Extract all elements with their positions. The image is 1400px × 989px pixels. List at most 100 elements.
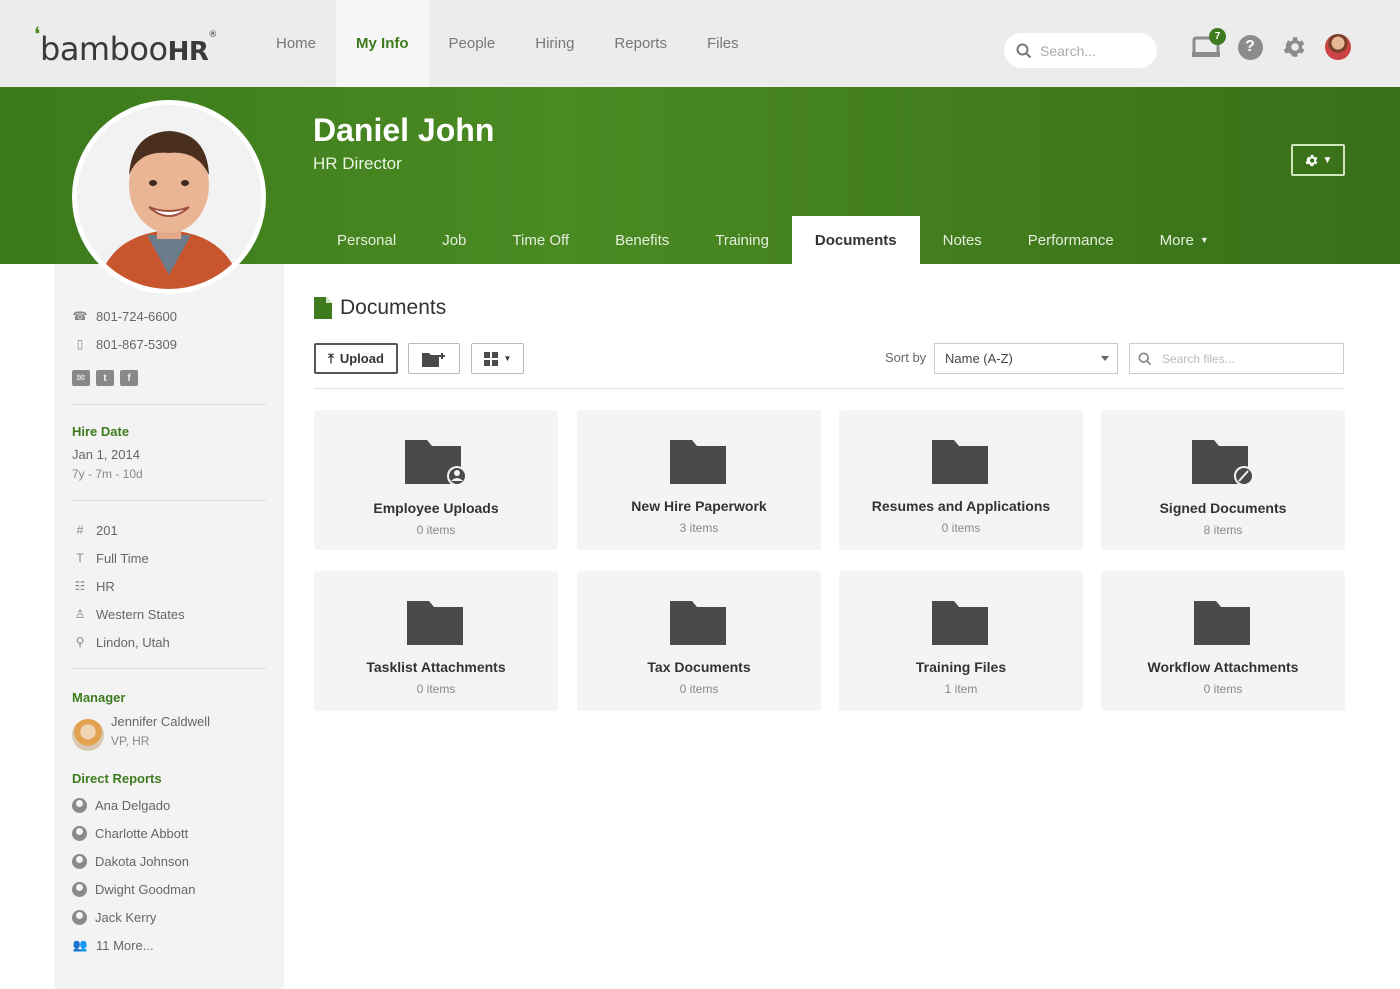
hire-date: Jan 1, 2014 [72, 447, 140, 462]
nav-files[interactable]: Files [687, 0, 759, 87]
manager-name[interactable]: Jennifer Caldwell [111, 714, 210, 729]
folder-card-new-hire-paperwork[interactable]: New Hire Paperwork 3 items [577, 410, 821, 550]
folder-icon [932, 601, 988, 645]
mobile-phone: ▯ 801-867-5309 [72, 336, 177, 352]
folder-user-icon [405, 440, 467, 486]
folder-card-signed-documents[interactable]: Signed Documents 8 items [1101, 410, 1345, 550]
direct-reports-label: Direct Reports [72, 771, 162, 786]
folder-icon [932, 440, 988, 484]
manager-avatar[interactable] [72, 719, 104, 751]
tab-performance[interactable]: Performance [1005, 216, 1137, 264]
tab-benefits[interactable]: Benefits [592, 216, 692, 264]
employment-type-icon: T [76, 551, 84, 565]
user-icon [72, 910, 87, 925]
folder-card-tax-documents[interactable]: Tax Documents 0 items [577, 571, 821, 711]
tab-more[interactable]: More ▼ [1137, 216, 1232, 264]
folder-signature-icon [1192, 440, 1254, 486]
document-icon [314, 297, 332, 319]
folder-card-tasklist-attachments[interactable]: Tasklist Attachments 0 items [314, 571, 558, 711]
manager-title: VP, HR [111, 734, 150, 748]
employee-sidebar: ☎ 801-724-6600 ▯ 801-867-5309 ✉ t f Hire D… [54, 264, 284, 989]
employee-name: Daniel John [313, 112, 495, 148]
facebook-icon[interactable]: f [120, 370, 138, 386]
hire-date-label: Hire Date [72, 424, 130, 439]
sidebar-divider [72, 668, 266, 669]
tab-personal[interactable]: Personal [314, 216, 419, 264]
folder-icon [670, 440, 726, 484]
direct-report-item[interactable]: Charlotte Abbott [72, 826, 188, 841]
folder-card-resumes-and-applications[interactable]: Resumes and Applications 0 items [839, 410, 1083, 550]
direct-report-item[interactable]: Dwight Goodman [72, 882, 195, 897]
inbox-icon[interactable]: 7 [1192, 28, 1226, 61]
employment-type: T Full Time [72, 550, 148, 566]
tab-time-off[interactable]: Time Off [489, 216, 592, 264]
folder-card-employee-uploads[interactable]: Employee Uploads 0 items [314, 410, 558, 550]
nav-my-info[interactable]: My Info [336, 0, 429, 87]
direct-report-item[interactable]: Ana Delgado [72, 798, 170, 813]
tab-job[interactable]: Job [419, 216, 489, 264]
tab-notes[interactable]: Notes [920, 216, 1005, 264]
chevron-down-icon: ▼ [1199, 235, 1209, 245]
employee-number: #201 [72, 522, 118, 538]
new-folder-button[interactable] [408, 343, 460, 374]
division: ♙ Western States [72, 606, 185, 622]
nav-reports[interactable]: Reports [594, 0, 687, 87]
search-input[interactable] [1040, 42, 1140, 59]
file-search[interactable] [1129, 343, 1344, 374]
folder-icon [670, 601, 726, 645]
bamboohr-logo[interactable]: ❛ bambooHR® [34, 22, 217, 68]
tab-training[interactable]: Training [692, 216, 792, 264]
view-toggle-button[interactable]: ▼ [471, 343, 524, 374]
social-links: ✉ t f [72, 370, 138, 386]
tenure: 7y - 7m - 10d [72, 467, 143, 481]
leaf-icon: ❛ [34, 22, 40, 46]
location-pin-icon: ⚲ [75, 635, 85, 649]
profile-settings-button[interactable]: ▼ [1291, 144, 1345, 176]
department: ☷ HR [72, 578, 115, 594]
user-icon [72, 854, 87, 869]
sort-select[interactable]: Name (A-Z) [934, 343, 1118, 374]
search-icon [1016, 43, 1032, 58]
profile-photo [72, 100, 266, 294]
work-phone: ☎ 801-724-6600 [72, 308, 177, 324]
department-icon: ☷ [74, 579, 86, 593]
office-phone-icon: ☎ [72, 309, 88, 323]
sort-label: Sort by [885, 350, 927, 365]
chevron-down-icon [1101, 356, 1109, 361]
sidebar-divider [72, 500, 266, 501]
documents-heading: Documents [314, 296, 446, 320]
location: ⚲ Lindon, Utah [72, 634, 170, 650]
folder-icon [407, 601, 463, 645]
direct-report-item[interactable]: Jack Kerry [72, 910, 156, 925]
user-icon [72, 798, 87, 813]
search-icon [1138, 351, 1152, 365]
manager-label: Manager [72, 690, 126, 705]
grid-icon [483, 351, 498, 366]
inbox-count-badge: 7 [1209, 28, 1226, 45]
twitter-icon[interactable]: t [96, 370, 114, 386]
upload-button[interactable]: ⤒ Upload [314, 343, 398, 374]
users-group-icon: 👥 [72, 938, 88, 952]
folder-card-workflow-attachments[interactable]: Workflow Attachments 0 items [1101, 571, 1345, 711]
tab-documents[interactable]: Documents [791, 216, 920, 264]
upload-icon: ⤒ [328, 350, 334, 366]
profile-tabs: Personal Job Time Off Benefits Training … [314, 216, 1232, 264]
gear-icon[interactable] [1280, 33, 1308, 61]
nav-home[interactable]: Home [256, 0, 336, 87]
user-avatar[interactable] [1324, 33, 1352, 61]
more-reports-link[interactable]: 👥 11 More... [72, 937, 154, 953]
top-navigation-bar: ❛ bambooHR® Home My Info People Hiring Re… [0, 0, 1400, 87]
nav-people[interactable]: People [429, 0, 516, 87]
file-search-input[interactable] [1162, 351, 1332, 366]
folder-card-training-files[interactable]: Training Files 1 item [839, 571, 1083, 711]
profile-photo-image [77, 105, 261, 289]
help-icon[interactable]: ? [1236, 33, 1264, 61]
gear-icon [1305, 154, 1317, 166]
nav-hiring[interactable]: Hiring [515, 0, 594, 87]
direct-report-item[interactable]: Dakota Johnson [72, 854, 189, 869]
top-right-icons: 7 ? [1192, 28, 1352, 61]
global-search[interactable] [1004, 33, 1157, 68]
email-icon[interactable]: ✉ [72, 370, 90, 386]
sidebar-divider [72, 404, 266, 405]
employee-title: HR Director [313, 154, 402, 173]
